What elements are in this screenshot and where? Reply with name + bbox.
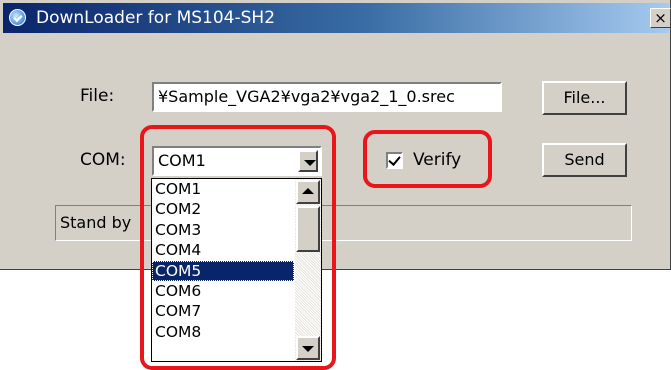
- close-button[interactable]: ×: [650, 8, 671, 28]
- file-path-input[interactable]: ¥Sample_VGA2¥vga2¥vga2_1_0.srec: [152, 82, 502, 112]
- send-button[interactable]: Send: [542, 143, 627, 177]
- status-text: Stand by: [60, 213, 132, 232]
- window-title: DownLoader for MS104-SH2: [36, 8, 276, 28]
- com-label: COM:: [80, 150, 126, 170]
- file-label: File:: [80, 86, 115, 106]
- com-highlight-annotation: [140, 125, 336, 370]
- verify-highlight-annotation: [363, 130, 492, 188]
- title-bar[interactable]: DownLoader for MS104-SH2 ×: [3, 3, 671, 33]
- file-browse-button[interactable]: File...: [542, 81, 627, 115]
- close-icon: ×: [654, 9, 667, 27]
- app-icon: [9, 9, 26, 26]
